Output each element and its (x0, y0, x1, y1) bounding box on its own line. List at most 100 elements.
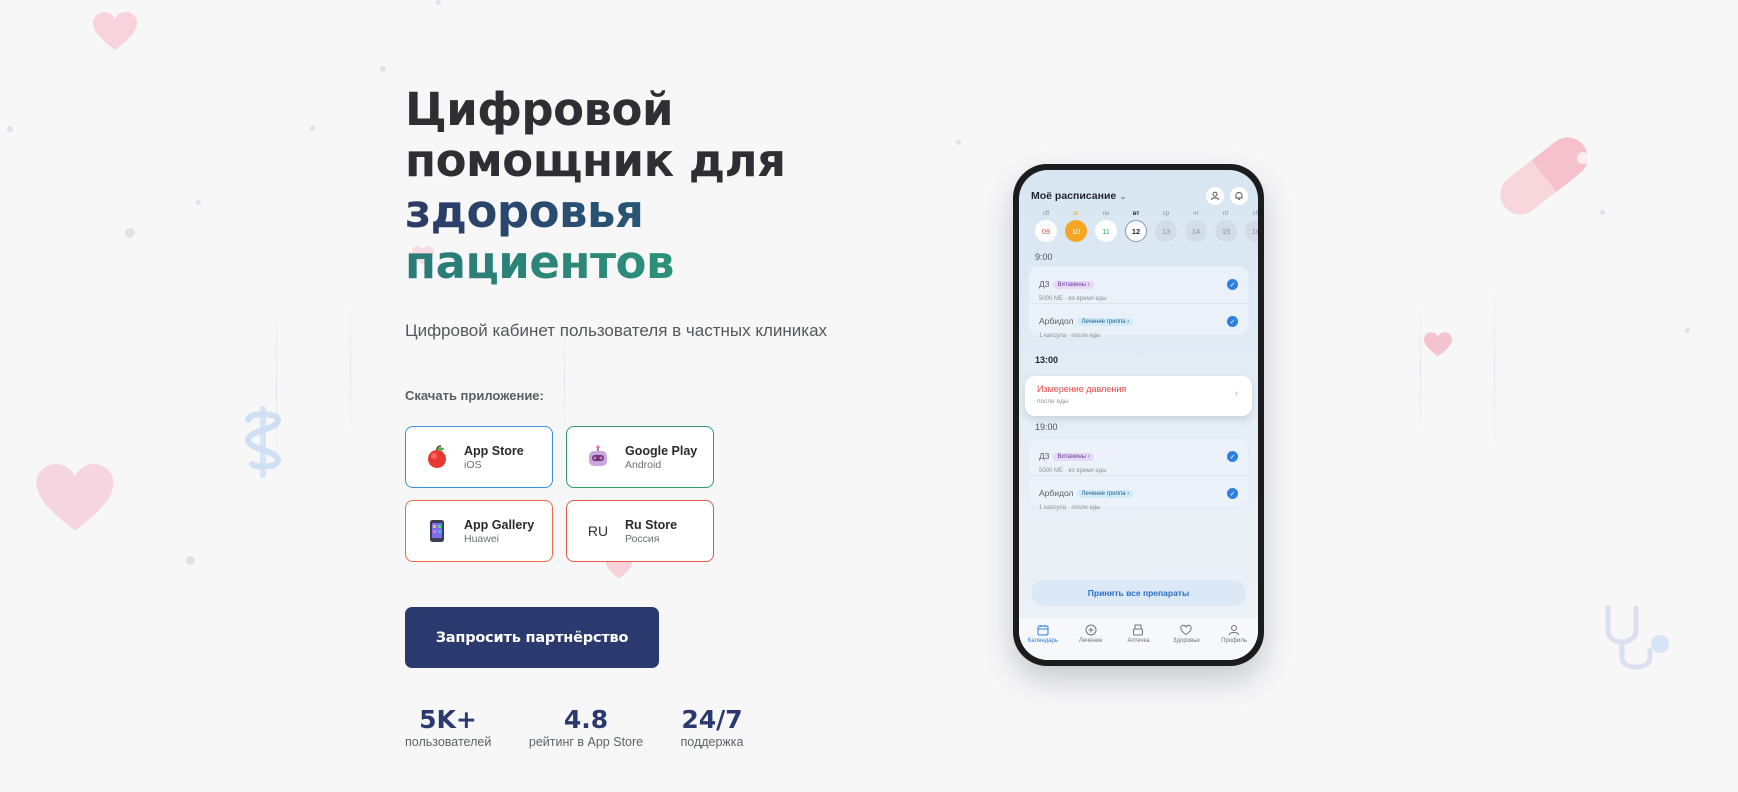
med-dose: 1 капсула · после еды (1039, 505, 1101, 511)
day-item[interactable]: чт 14 (1181, 211, 1211, 242)
tab-label: Профиль (1221, 638, 1248, 644)
date-strip: сб 09 вс 10 пн 11 вт 12 ср 13 чт 14 пт 15 сб 16 (1031, 211, 1258, 242)
take-all-button[interactable]: Принять все препараты (1031, 580, 1246, 606)
robot-icon (585, 444, 611, 470)
stethoscope-decoration (1600, 604, 1676, 681)
heart-decoration (1424, 332, 1452, 363)
app-store-button[interactable]: App Store iOS (405, 426, 553, 488)
day-number: 15 (1215, 220, 1237, 242)
day-item[interactable]: пн 11 (1091, 211, 1121, 242)
app-gallery-button[interactable]: App Gallery Huawei (405, 500, 553, 562)
stat-value: 24/7 (681, 705, 743, 734)
download-label: Скачать приложение: (405, 388, 544, 403)
day-weekday: ср (1162, 211, 1170, 217)
measurement-desc: после еды (1037, 398, 1069, 405)
time-label: 9:00 (1035, 252, 1053, 262)
store-name: App Gallery (464, 517, 535, 532)
check-icon[interactable]: ✓ (1227, 488, 1238, 499)
tab-label: Календарь (1027, 638, 1059, 644)
med-tag[interactable]: Витамины › (1053, 453, 1094, 461)
day-item[interactable]: ср 13 (1151, 211, 1181, 242)
plus-circle-icon (1068, 624, 1114, 638)
day-weekday: сб (1042, 211, 1050, 217)
med-name: Арбидол (1039, 316, 1074, 326)
caduceus-decoration (240, 406, 286, 483)
tab-heart[interactable]: Здоровье (1163, 624, 1209, 660)
user-icon[interactable] (1206, 187, 1224, 205)
stat-rating: 4.8 рейтинг в App Store (528, 705, 644, 749)
day-number: 16 (1245, 220, 1258, 242)
title-line-3: здоровья (405, 186, 925, 237)
med-item[interactable]: Д3 Витамины › 5000 МЕ · во время еды ✓ (1029, 267, 1248, 303)
hero-title-block: Цифровой помощник для здоровья пациентов (405, 84, 925, 288)
store-platform: Россия (625, 532, 660, 545)
calendar-icon (1020, 624, 1066, 638)
check-icon[interactable]: ✓ (1227, 316, 1238, 327)
chevron-down-icon: ⌄ (1119, 191, 1127, 201)
day-weekday: вс (1072, 211, 1080, 217)
day-item[interactable]: вс 10 (1061, 211, 1091, 242)
tab-bar: Календарь Лечение Аптечка Здоровье Профиль (1019, 618, 1258, 660)
day-number: 10 (1065, 220, 1087, 242)
user-icon (1211, 624, 1257, 638)
tab-plus-circle[interactable]: Лечение (1068, 624, 1114, 660)
phone-mockup: Моё расписание ⌄ сб 09 вс 10 пн 11 вт 12 ср 13 чт 14… (1013, 164, 1264, 666)
med-dose: 5000 МЕ · во время еды (1039, 468, 1107, 474)
store-platform: iOS (464, 458, 482, 471)
med-dose: 1 капсула · после еды (1039, 333, 1101, 339)
check-icon[interactable]: ✓ (1227, 451, 1238, 462)
stat-users: 5K+ пользователей (405, 705, 491, 749)
day-item[interactable]: вт 12 (1121, 211, 1151, 242)
med-item[interactable]: Д3 Витамины › 5000 МЕ · во время еды ✓ (1029, 439, 1248, 475)
tab-user[interactable]: Профиль (1211, 624, 1257, 660)
stat-support: 24/7 поддержка (678, 705, 746, 749)
med-tag[interactable]: Витамины › (1053, 281, 1094, 289)
stat-label: рейтинг в App Store (528, 735, 644, 749)
tab-first-aid[interactable]: Аптечка (1115, 624, 1161, 660)
time-label: 13:00 (1035, 355, 1059, 365)
heart-decoration (36, 464, 114, 539)
day-item[interactable]: сб 09 (1031, 211, 1061, 242)
dose-card: Д3 Витамины › 5000 МЕ · во время еды ✓ Ар… (1028, 438, 1249, 511)
dose-card: Д3 Витамины › 5000 МЕ · во время еды ✓ Ар… (1028, 266, 1249, 339)
store-platform: Huawei (464, 532, 500, 545)
med-dose: 5000 МЕ · во время еды (1039, 296, 1107, 302)
ru-store-button[interactable]: RU Ru Store Россия (566, 500, 714, 562)
title-line-1: Цифровой (405, 83, 673, 136)
heart-icon (1163, 624, 1209, 638)
store-name: App Store (464, 443, 524, 458)
pill-decoration (1488, 128, 1600, 229)
stat-label: поддержка (680, 735, 744, 749)
day-weekday: пт (1223, 211, 1229, 217)
check-icon[interactable]: ✓ (1227, 279, 1238, 290)
med-item[interactable]: Арбидол Лечение гриппа › 1 капсула · посл… (1029, 475, 1248, 511)
med-item[interactable]: Арбидол Лечение гриппа › 1 капсула · посл… (1029, 303, 1248, 339)
hero-title: Цифровой помощник для здоровья пациентов (405, 84, 925, 288)
tab-calendar[interactable]: Календарь (1020, 624, 1066, 660)
phone-icon (424, 518, 450, 544)
title-line-4: пациентов (405, 237, 925, 288)
day-number: 13 (1155, 220, 1177, 242)
request-partnership-button[interactable]: Запросить партнёрство (405, 607, 659, 668)
measurement-card[interactable]: Измерение давления после еды › (1025, 376, 1252, 416)
bell-icon[interactable] (1230, 187, 1248, 205)
med-name: Арбидол (1039, 488, 1074, 498)
tab-label: Аптечка (1127, 638, 1150, 644)
google-play-button[interactable]: Google Play Android (566, 426, 714, 488)
day-item[interactable]: пт 15 (1211, 211, 1241, 242)
measurement-title: Измерение давления (1037, 384, 1127, 394)
med-tag[interactable]: Лечение гриппа › (1077, 318, 1134, 326)
schedule-header[interactable]: Моё расписание ⌄ (1031, 190, 1127, 202)
first-aid-icon (1115, 624, 1161, 638)
med-name: Д3 (1039, 451, 1050, 461)
schedule-title: Моё расписание (1031, 190, 1117, 202)
time-label: 19:00 (1035, 422, 1058, 432)
day-number: 12 (1125, 220, 1147, 242)
ru-store-icon: RU (587, 523, 609, 539)
stat-value: 4.8 (563, 705, 609, 734)
med-tag[interactable]: Лечение гриппа › (1077, 490, 1134, 498)
hero-subtitle: Цифровой кабинет пользователя в частных … (405, 321, 828, 340)
chevron-right-icon: › (1234, 388, 1238, 399)
day-item[interactable]: сб 16 (1241, 211, 1258, 242)
store-name: Ru Store (625, 517, 678, 532)
